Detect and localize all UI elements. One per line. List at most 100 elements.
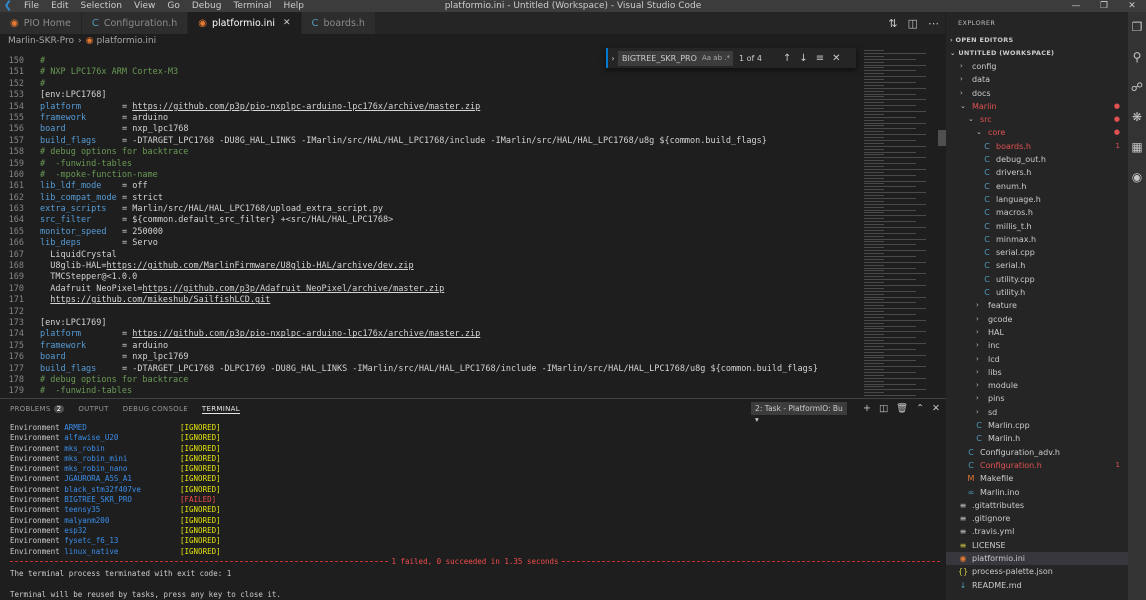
- tree-file[interactable]: {} process-palette.json: [946, 565, 1128, 578]
- menu-view[interactable]: View: [134, 0, 155, 12]
- tree-file[interactable]: Cserial.cpp: [946, 246, 1128, 259]
- compare-icon[interactable]: ⇅: [888, 17, 897, 30]
- url-link[interactable]: https://github.com/MarlinFirmware/U8glib…: [107, 261, 414, 271]
- terminal-select[interactable]: 2: Task - PlatformIO: Bu ▾: [751, 402, 848, 424]
- platformio-icon[interactable]: ◉: [1128, 162, 1146, 192]
- tree-file[interactable]: ∞ Marlin.ino: [946, 486, 1128, 499]
- tree-folder[interactable]: ⌄ core ●: [946, 126, 1128, 139]
- scrollbar-thumb[interactable]: [938, 130, 946, 146]
- minimap[interactable]: [862, 44, 936, 398]
- tab-problems[interactable]: PROBLEMS 2: [10, 405, 65, 413]
- arrow-up-icon[interactable]: ↑: [783, 53, 791, 64]
- tree-folder[interactable]: › libs: [946, 366, 1128, 379]
- tree-file[interactable]: Cboards.h 1: [946, 140, 1128, 153]
- arrow-down-icon[interactable]: ↓: [799, 53, 807, 64]
- find-input[interactable]: BIGTREE_SKR_PRO Aa ab .*: [618, 50, 733, 66]
- tree-file[interactable]: ≡ .travis.yml: [946, 525, 1128, 538]
- c-file-icon: C: [984, 288, 990, 298]
- toggle-replace-icon[interactable]: ›: [608, 54, 618, 63]
- breadcrumb-folder[interactable]: Marlin-SKR-Pro: [8, 36, 74, 46]
- tree-file[interactable]: C Configuration.h 1: [946, 459, 1128, 472]
- close-icon[interactable]: ✕: [1118, 0, 1146, 12]
- debug-icon[interactable]: ❋: [1128, 102, 1146, 132]
- tree-folder[interactable]: › docs: [946, 87, 1128, 100]
- more-actions-icon[interactable]: ⋯: [928, 17, 939, 30]
- tree-folder[interactable]: › config: [946, 60, 1128, 73]
- env-label: Environment: [10, 464, 60, 474]
- url-link[interactable]: https://github.com/p3p/pio-nxplpc-arduin…: [132, 102, 480, 112]
- menu-edit[interactable]: Edit: [51, 0, 68, 12]
- tree-folder[interactable]: › inc: [946, 339, 1128, 352]
- selection-filter-icon[interactable]: ≡: [816, 53, 824, 64]
- split-editor-icon[interactable]: ◫: [908, 17, 918, 30]
- search-icon[interactable]: ⚲: [1128, 42, 1146, 72]
- tree-file[interactable]: C Configuration_adv.h: [946, 446, 1128, 459]
- tree-folder[interactable]: ⌄ Marlin ●: [946, 100, 1128, 113]
- menu-debug[interactable]: Debug: [192, 0, 222, 12]
- close-find-icon[interactable]: ✕: [832, 53, 840, 64]
- tree-file[interactable]: ≡ .gitignore: [946, 512, 1128, 525]
- tab-output[interactable]: OUTPUT: [78, 405, 108, 413]
- tree-item-label: docs: [972, 88, 991, 98]
- tree-folder[interactable]: › gcode: [946, 313, 1128, 326]
- menu-terminal[interactable]: Terminal: [233, 0, 271, 12]
- files-icon[interactable]: ❐: [1128, 12, 1146, 42]
- extensions-icon[interactable]: ▦: [1128, 132, 1146, 162]
- tree-file[interactable]: Cutility.cpp: [946, 273, 1128, 286]
- tree-folder[interactable]: ⌄ src ●: [946, 113, 1128, 126]
- split-terminal-icon[interactable]: ◫: [879, 403, 888, 414]
- tree-file[interactable]: Cmacros.h: [946, 206, 1128, 219]
- tree-folder[interactable]: › module: [946, 379, 1128, 392]
- tree-file[interactable]: ≡ .gitattributes: [946, 499, 1128, 512]
- tree-file[interactable]: ◉ platformio.ini: [946, 551, 1128, 566]
- menu-selection[interactable]: Selection: [81, 0, 122, 12]
- code-line: 168 U8glib-HAL=https://github.com/Marlin…: [0, 261, 862, 272]
- close-panel-icon[interactable]: ✕: [932, 403, 940, 414]
- url-link[interactable]: https://github.com/p3p/Adafruit_NeoPixel…: [142, 284, 444, 294]
- tree-file[interactable]: ↓ README.md: [946, 579, 1128, 592]
- terminal-output[interactable]: Environment ARMED [IGNORED] Environment al…: [10, 423, 940, 557]
- menu-file[interactable]: File: [24, 0, 39, 12]
- source-control-icon[interactable]: ☍: [1128, 72, 1146, 102]
- tab-debug-console[interactable]: DEBUG CONSOLE: [123, 405, 188, 413]
- new-terminal-icon[interactable]: +: [863, 403, 871, 414]
- tree-file[interactable]: Clanguage.h: [946, 193, 1128, 206]
- code-editor[interactable]: 150 #151 # NXP LPC176x ARM Cortex-M3 152 #15…: [0, 56, 862, 398]
- open-editors-section[interactable]: › OPEN EDITORS: [946, 34, 1128, 47]
- trash-icon[interactable]: 🗑: [896, 403, 908, 414]
- workspace-section[interactable]: ⌄ UNTITLED (WORKSPACE): [946, 47, 1128, 60]
- chevron-up-icon[interactable]: ⌃: [916, 403, 924, 414]
- tab-platformio-ini[interactable]: ◉ platformio.ini ✕: [188, 12, 302, 34]
- tree-file[interactable]: M Makefile: [946, 472, 1128, 485]
- editor-scrollbar[interactable]: [938, 44, 946, 398]
- tree-file[interactable]: Cmillis_t.h: [946, 220, 1128, 233]
- tree-file[interactable]: C Marlin.cpp: [946, 419, 1128, 432]
- tree-file[interactable]: Cdrivers.h: [946, 166, 1128, 179]
- tree-file[interactable]: C Marlin.h: [946, 432, 1128, 445]
- maximize-icon[interactable]: ❐: [1090, 0, 1118, 12]
- tree-folder[interactable]: › feature: [946, 299, 1128, 312]
- tree-file[interactable]: Cdebug_out.h: [946, 153, 1128, 166]
- tab-pio-home[interactable]: ◉ PIO Home: [0, 12, 82, 34]
- minimize-icon[interactable]: —: [1062, 0, 1090, 12]
- find-options[interactable]: Aa ab .*: [702, 51, 733, 66]
- tree-file[interactable]: Cutility.h: [946, 286, 1128, 299]
- tree-folder[interactable]: › lcd: [946, 353, 1128, 366]
- menu-help[interactable]: Help: [283, 0, 304, 12]
- menu-go[interactable]: Go: [167, 0, 179, 12]
- tree-folder[interactable]: › pins: [946, 392, 1128, 405]
- breadcrumb-file[interactable]: platformio.ini: [96, 36, 156, 46]
- url-link[interactable]: https://github.com/mikeshub/SailfishLCD.…: [50, 295, 270, 305]
- tab-boards-h[interactable]: C boards.h: [301, 12, 376, 34]
- tab-configuration-h[interactable]: C Configuration.h: [81, 12, 189, 34]
- url-link[interactable]: https://github.com/p3p/pio-nxplpc-arduin…: [132, 329, 480, 339]
- tree-folder[interactable]: › HAL: [946, 326, 1128, 339]
- tree-file[interactable]: Cminmax.h: [946, 233, 1128, 246]
- tree-file[interactable]: ≡ LICENSE: [946, 539, 1128, 552]
- tab-terminal[interactable]: TERMINAL: [201, 405, 240, 414]
- tree-folder[interactable]: › sd: [946, 406, 1128, 419]
- tree-file[interactable]: Cserial.h: [946, 259, 1128, 272]
- tree-file[interactable]: Cenum.h: [946, 180, 1128, 193]
- close-tab-icon[interactable]: ✕: [283, 18, 291, 28]
- tree-folder[interactable]: › data: [946, 73, 1128, 86]
